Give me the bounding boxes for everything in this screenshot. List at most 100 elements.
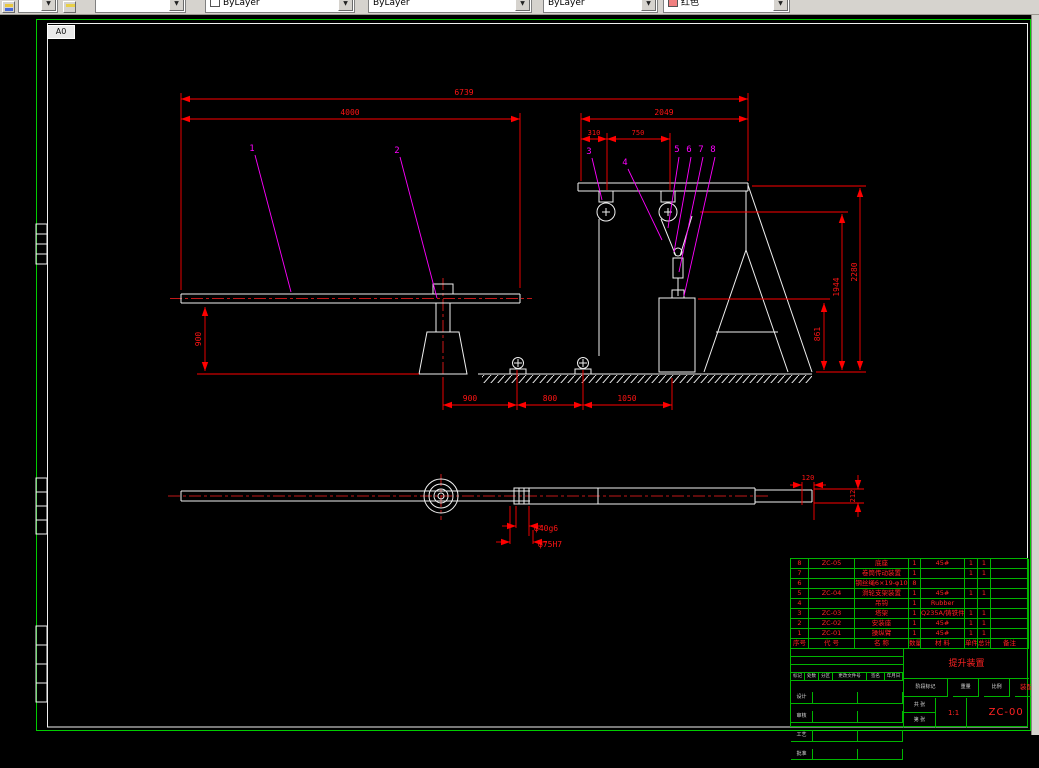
plotstyle-combo[interactable]: 红色 ▼	[663, 0, 790, 13]
parts-cell-material: 45#	[921, 629, 965, 639]
callouts: 1 2 3 4 5 6 7 8	[249, 144, 716, 299]
dim-dia40: φ40g6	[534, 524, 558, 533]
parts-header-cell: 名 称	[855, 639, 909, 649]
parts-cell-w2: 1	[978, 569, 991, 579]
parts-cell-qty: 1	[909, 609, 921, 619]
parts-header-cell: 序号	[791, 639, 809, 649]
parts-header-cell: 总计	[978, 639, 991, 649]
window-right-border[interactable]	[1031, 0, 1039, 735]
linetype-combo[interactable]: ByLayer ▼	[368, 0, 532, 13]
parts-cell-material	[921, 569, 965, 579]
parts-cell-seq: 2	[791, 619, 809, 629]
signature-row: 审核	[791, 711, 903, 730]
parts-header-cell: 备注	[991, 639, 1029, 649]
signature-blank	[813, 730, 858, 742]
layer-combo[interactable]: ▼	[95, 0, 186, 13]
parts-cell-qty: 8	[909, 579, 921, 589]
revision-label-row: 标记 处数 分区 更改文件号 签名 年月日	[791, 673, 903, 692]
signature-blank	[858, 749, 903, 760]
parts-cell-note	[991, 629, 1029, 639]
parts-cell-name: 钢丝绳6×19-φ10	[855, 579, 909, 589]
drawing-number: ZC-00	[988, 707, 1024, 718]
dim-2049: 2049	[654, 108, 673, 117]
truss	[703, 184, 813, 373]
dim-2280: 2280	[850, 262, 859, 281]
revision-row	[791, 649, 903, 657]
parts-row: 6 钢丝绳6×19-φ10 8	[791, 579, 1029, 589]
parts-cell-w2	[978, 579, 991, 589]
callout-1: 1	[249, 144, 254, 154]
parts-cell-w1	[965, 579, 978, 589]
dim-750: 750	[632, 129, 645, 137]
parts-cell-material	[921, 579, 965, 589]
callout-8: 8	[710, 145, 715, 155]
parts-cell-name: 卷筒传动装置	[855, 569, 909, 579]
dim-4000: 4000	[340, 108, 359, 117]
dim-310: 310	[588, 129, 601, 137]
parts-cell-note	[991, 599, 1029, 609]
dim-dia75: φ75H7	[538, 540, 562, 549]
layer-state-combo[interactable]: ▼	[18, 0, 58, 13]
parts-cell-note	[991, 589, 1029, 599]
chevron-down-icon[interactable]: ▼	[641, 0, 656, 11]
dim-1944: 1944	[832, 277, 841, 296]
parts-cell-qty: 1	[909, 559, 921, 569]
parts-cell-w2: 1	[978, 589, 991, 599]
revision-label: 更改文件号	[833, 673, 867, 681]
weight-label: 重量	[953, 679, 980, 697]
parts-cell-code	[809, 599, 855, 609]
parts-cell-code: ZC-01	[809, 629, 855, 639]
parts-cell-material: 45#	[921, 619, 965, 629]
parts-cell-qty: 1	[909, 629, 921, 639]
parts-header-cell: 材 料	[921, 639, 965, 649]
revision-signature-area: 标记 处数 分区 更改文件号 签名 年月日 设计 审核 工艺 批准	[791, 649, 903, 760]
parts-cell-material: 45#	[921, 559, 965, 569]
parts-header-cell: 代 号	[809, 639, 855, 649]
make-layer-current-icon[interactable]	[63, 1, 76, 13]
gantry	[577, 182, 813, 373]
parts-cell-name: 吊钩	[855, 599, 909, 609]
parts-cell-w1: 1	[965, 609, 978, 619]
stage-row: 阶段标记 重量 比例 装配图	[904, 679, 1039, 698]
parts-cell-w1: 1	[965, 629, 978, 639]
signature-row: 批准	[791, 749, 903, 768]
layers-icon[interactable]	[2, 1, 15, 13]
revision-label: 签名	[867, 673, 885, 681]
drawing-title: 提升装置	[904, 649, 1029, 679]
signature-blank	[858, 730, 903, 742]
revision-label: 标记	[791, 673, 805, 681]
parts-row: 4 吊钩 1 Rubber	[791, 599, 1029, 609]
red-swatch	[668, 0, 678, 7]
parts-header-cell: 单件	[965, 639, 978, 649]
parts-cell-w2: 1	[978, 619, 991, 629]
signature-blank	[813, 749, 858, 760]
parts-cell-material: 45#	[921, 589, 965, 599]
signature-blank	[813, 692, 858, 704]
lineweight-combo[interactable]: ByLayer ▼	[543, 0, 658, 13]
parts-cell-note	[991, 609, 1029, 619]
dim-212: 212	[849, 490, 857, 503]
chevron-down-icon[interactable]: ▼	[515, 0, 530, 11]
hook-block	[672, 247, 684, 296]
sheet-size-label: A0	[47, 25, 75, 39]
properties-toolbar: ▼ ▼ ByLayer ▼ ByLayer ▼ ByLayer ▼ 红色 ▼	[0, 0, 1039, 15]
dim-b900: 900	[463, 394, 478, 403]
callout-4: 4	[622, 158, 627, 168]
chevron-down-icon[interactable]: ▼	[41, 0, 56, 11]
color-combo[interactable]: ByLayer ▼	[205, 0, 355, 13]
revision-label: 年月日	[885, 673, 903, 681]
signature-blank	[813, 711, 858, 723]
parts-cell-w1: 1	[965, 559, 978, 569]
chevron-down-icon[interactable]: ▼	[773, 0, 788, 11]
parts-cell-name: 安装座	[855, 619, 909, 629]
parts-cell-seq: 8	[791, 559, 809, 569]
parts-cell-material: Rubber	[921, 599, 965, 609]
sheet-count-cell: 共 张 第 张	[904, 698, 936, 728]
parts-cell-code: ZC-05	[809, 559, 855, 569]
signature-blank	[858, 692, 903, 704]
chevron-down-icon[interactable]: ▼	[338, 0, 353, 11]
chevron-down-icon[interactable]: ▼	[169, 0, 184, 11]
callout-2: 2	[394, 146, 399, 156]
parts-cell-seq: 4	[791, 599, 809, 609]
number-row: 共 张 第 张 1:1 ZC-00	[904, 698, 1029, 728]
